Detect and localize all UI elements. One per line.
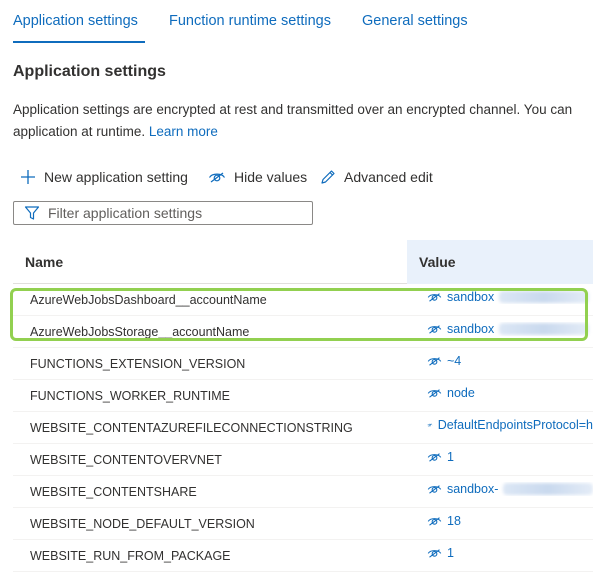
description-line-2-text: application at runtime. (13, 124, 146, 139)
redacted-value (503, 483, 593, 495)
grid-rows: AzureWebJobsDashboard__accountNamesandbo… (13, 284, 593, 572)
redacted-value (499, 291, 590, 303)
tab-general-settings[interactable]: General settings (362, 13, 468, 29)
setting-name: WEBSITE_CONTENTOVERVNET (30, 453, 222, 467)
table-row[interactable]: FUNCTIONS_WORKER_RUNTIME node (13, 380, 593, 412)
pencil-icon (321, 170, 335, 184)
setting-name: WEBSITE_CONTENTAZUREFILECONNECTIONSTRING (30, 421, 353, 435)
settings-grid: Name Value AzureWebJobsDashboard__accoun… (13, 240, 593, 572)
hide-values-label: Hide values (234, 169, 308, 185)
eye-hide-icon (427, 357, 442, 366)
eye-hide-icon (427, 423, 433, 427)
setting-value-text: 1 (447, 546, 454, 560)
tab-application-settings[interactable]: Application settings (13, 13, 138, 29)
new-application-setting-label: New application setting (44, 169, 188, 185)
advanced-edit-button[interactable]: Advanced edit (320, 164, 433, 190)
command-bar: New application setting Hide values Adva… (0, 164, 593, 190)
eye-hide-icon (208, 172, 226, 183)
table-row[interactable]: FUNCTIONS_EXTENSION_VERSION ~4 (13, 348, 593, 380)
eye-hide-icon (427, 517, 442, 526)
setting-name: WEBSITE_NODE_DEFAULT_VERSION (30, 517, 255, 531)
eye-hide-icon (427, 293, 442, 302)
table-row[interactable]: AzureWebJobsStorage__accountName sandbox (13, 316, 593, 348)
setting-name: WEBSITE_RUN_FROM_PACKAGE (30, 549, 231, 563)
column-header-value[interactable]: Value (419, 254, 456, 270)
setting-value[interactable]: DefaultEndpointsProtocol=h (427, 418, 593, 432)
learn-more-link[interactable]: Learn more (149, 124, 218, 139)
eye-hide-icon (427, 549, 442, 558)
setting-value-text: sandbox (447, 322, 495, 336)
setting-value[interactable]: sandbox (427, 290, 593, 304)
setting-value[interactable]: node (427, 386, 593, 400)
table-row[interactable]: WEBSITE_CONTENTSHARE sandbox- (13, 476, 593, 508)
column-header-name[interactable]: Name (25, 254, 63, 270)
setting-value-text: node (447, 386, 475, 400)
tab-function-runtime-settings[interactable]: Function runtime settings (169, 13, 331, 29)
setting-value[interactable]: sandbox- (427, 482, 593, 496)
setting-value-text: ~4 (447, 354, 462, 368)
eye-hide-icon (427, 453, 442, 462)
description-line-1: Application settings are encrypted at re… (13, 102, 573, 117)
table-row[interactable]: WEBSITE_CONTENTAZUREFILECONNECTIONSTRING… (13, 412, 593, 444)
setting-value-text: sandbox- (446, 482, 499, 496)
eye-hide-icon (427, 485, 442, 494)
table-row[interactable]: WEBSITE_RUN_FROM_PACKAGE 1 (13, 540, 593, 572)
eye-hide-icon (427, 389, 442, 398)
active-tab-indicator (13, 41, 145, 43)
tab-bar: Application settings Function runtime se… (0, 0, 593, 44)
table-row[interactable]: AzureWebJobsDashboard__accountName sandbo… (13, 284, 593, 316)
setting-value[interactable]: ~4 (427, 354, 593, 368)
setting-name: FUNCTIONS_EXTENSION_VERSION (30, 357, 246, 371)
description-line-2: application at runtime. Learn more (13, 121, 593, 143)
advanced-edit-label: Advanced edit (344, 169, 433, 185)
plus-icon (21, 170, 35, 184)
setting-value[interactable]: 18 (427, 514, 593, 528)
eye-hide-icon (427, 325, 442, 334)
new-application-setting-button[interactable]: New application setting (20, 164, 188, 190)
table-row[interactable]: WEBSITE_NODE_DEFAULT_VERSION 18 (13, 508, 593, 540)
setting-name: AzureWebJobsDashboard__accountName (30, 293, 267, 307)
section-title: Application settings (13, 63, 166, 80)
grid-header: Name Value (13, 240, 593, 284)
redacted-value (499, 323, 590, 335)
setting-name: FUNCTIONS_WORKER_RUNTIME (30, 389, 231, 403)
filter-icon (24, 206, 40, 220)
setting-value[interactable]: 1 (427, 546, 593, 560)
setting-name: AzureWebJobsStorage__accountName (30, 325, 250, 339)
setting-name: WEBSITE_CONTENTSHARE (30, 485, 197, 499)
section-description: Application settings are encrypted at re… (13, 99, 593, 143)
setting-value-text: 1 (447, 450, 454, 464)
hide-values-button[interactable]: Hide values (208, 164, 307, 190)
setting-value-text: 18 (447, 514, 461, 528)
setting-value[interactable]: 1 (427, 450, 593, 464)
setting-value-text: sandbox (447, 290, 495, 304)
setting-value-text: DefaultEndpointsProtocol=h (437, 418, 593, 432)
setting-value[interactable]: sandbox (427, 322, 593, 336)
filter-box (13, 201, 313, 225)
filter-input[interactable] (48, 205, 298, 221)
table-row[interactable]: WEBSITE_CONTENTOVERVNET 1 (13, 444, 593, 476)
